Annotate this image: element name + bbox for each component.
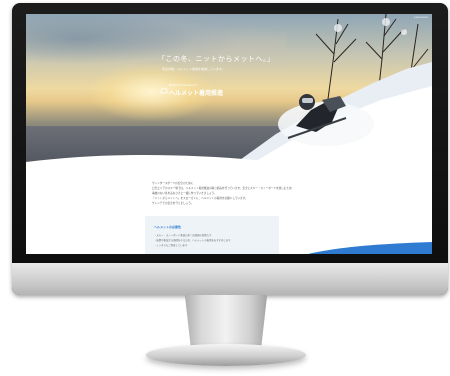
language-label[interactable]: Japanese: [414, 15, 428, 19]
brand-resort-name: Nikko Snow Resort: [169, 83, 197, 87]
monitor-chin: [12, 263, 448, 295]
hero-banner: Japanese 「この冬、ニットからメットへ。」 安全対策、ヘルメット着用を推…: [26, 14, 432, 170]
hero-copy: 「この冬、ニットからメットへ。」 安全対策、ヘルメット着用を推進しています。: [158, 54, 338, 71]
hero-title: 「この冬、ニットからメットへ。」: [158, 55, 275, 63]
main-content: ウィンタースポーツの安全のために 日光エリアのスキー場では、ヘルメット着用推進の…: [26, 170, 432, 254]
brand-campaign-name: ヘルメット着用推進: [169, 90, 224, 97]
card-line: ・スキー・スノーボード事故の多くは頭部の負傷です: [154, 234, 212, 237]
card-line: ・レンタルもご用意しています: [154, 244, 188, 247]
paragraph-line: ゲレンデでの安全を守りましょう。: [152, 202, 194, 205]
helmet-info-card: ヘルメットの必要性 ・スキー・スノーボード事故の多くは頭部の負傷です ・転倒や衝…: [145, 216, 279, 254]
website-screen: Japanese 「この冬、ニットからメットへ。」 安全対策、ヘルメット着用を推…: [26, 14, 432, 254]
card-title: ヘルメットの必要性: [154, 225, 182, 229]
monitor-stand-neck: [184, 295, 268, 347]
blue-wave-decoration: [308, 242, 432, 254]
helmet-icon: [160, 87, 168, 94]
intro-paragraph: ウィンタースポーツの安全のために 日光エリアのスキー場では、ヘルメット着用推進の…: [152, 181, 312, 206]
card-line: ・転倒や衝突から頭部を守るため、ヘルメットの着用をおすすめします: [154, 239, 231, 242]
hero-subtitle: 安全対策、ヘルメット着用を推進しています。: [162, 67, 225, 71]
monitor-stand-base: [146, 344, 306, 366]
brand-logo[interactable]: Nikko Snow Resort ヘルメット着用推進: [160, 82, 240, 98]
